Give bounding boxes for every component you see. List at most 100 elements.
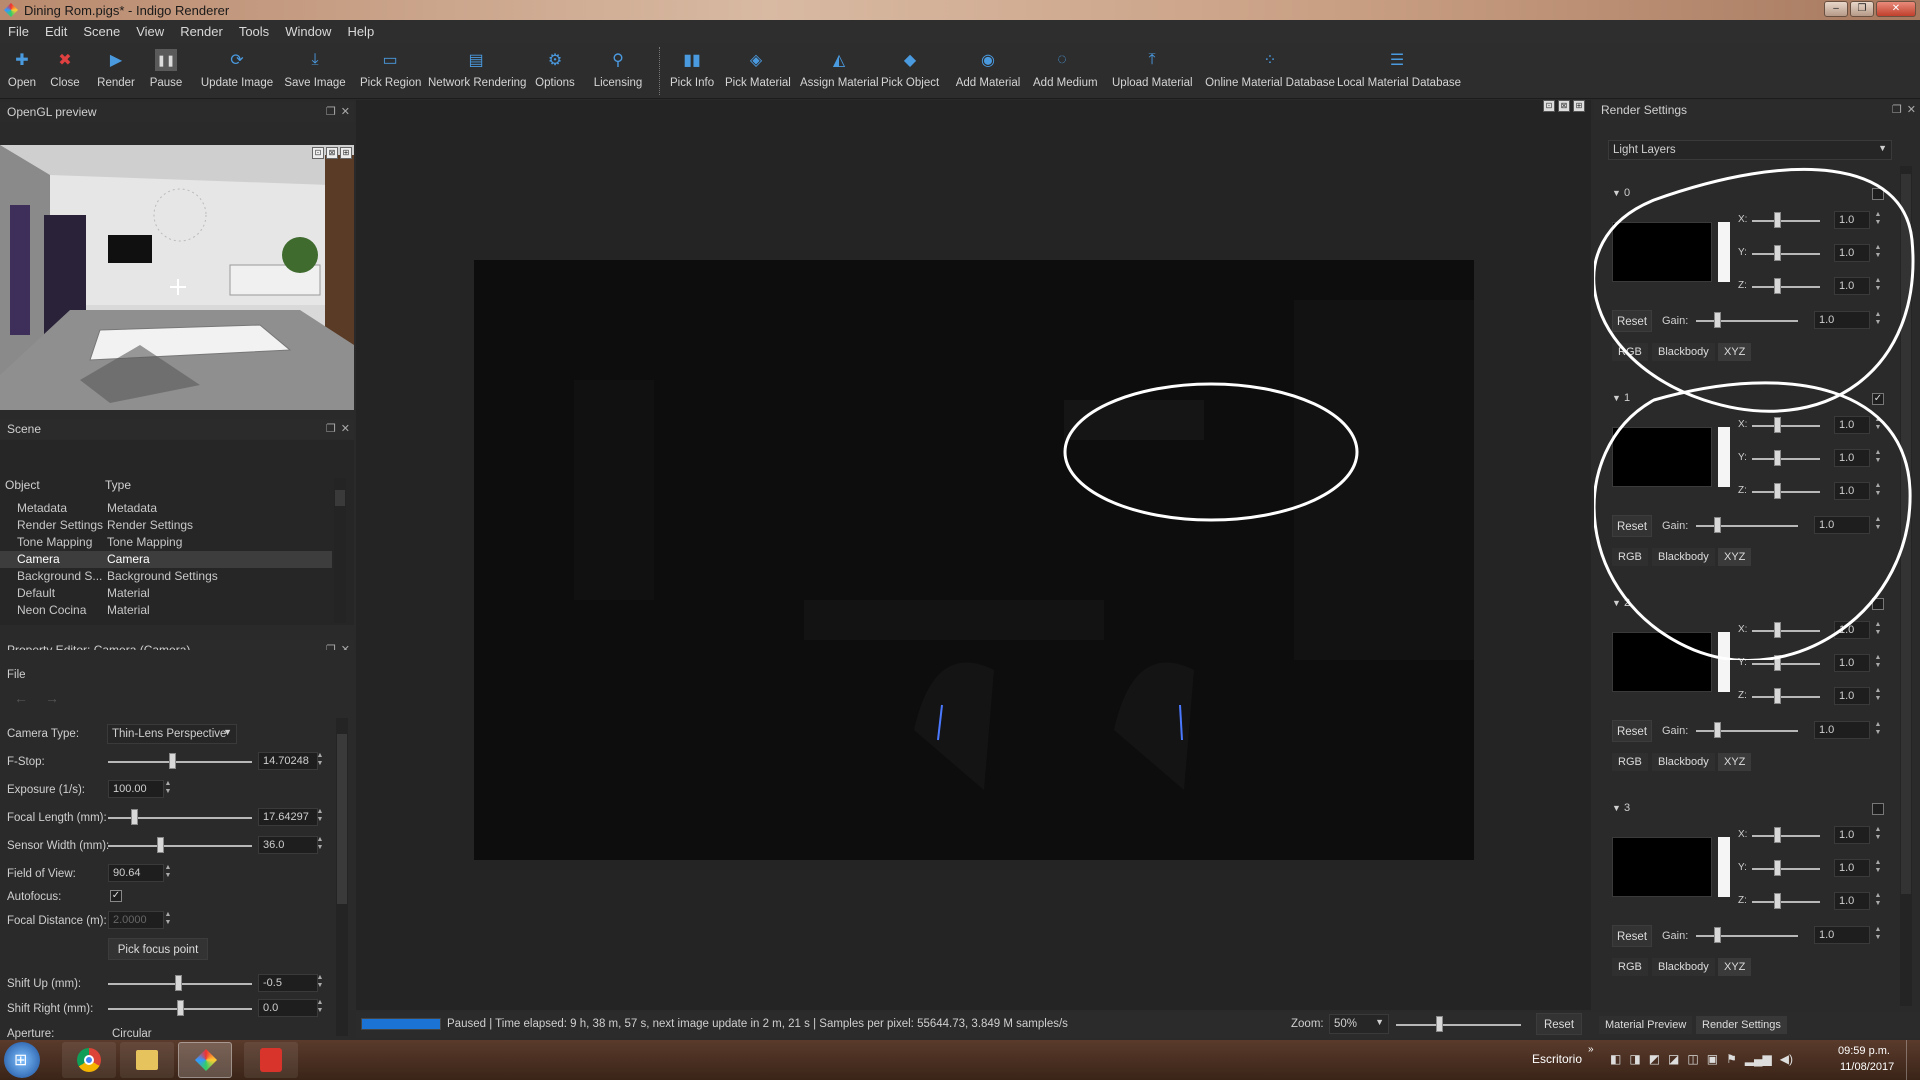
- mode-tab-xyz[interactable]: XYZ: [1718, 548, 1752, 566]
- minimize-button[interactable]: –: [1824, 1, 1848, 17]
- menu-view[interactable]: View: [128, 24, 172, 39]
- mode-tab-xyz[interactable]: XYZ: [1718, 753, 1752, 771]
- mode-tab-blackbody[interactable]: Blackbody: [1652, 753, 1715, 771]
- focal-length-slider[interactable]: [108, 817, 252, 819]
- property-scrollbar[interactable]: [336, 718, 348, 1036]
- explorer-taskbar-icon[interactable]: [120, 1042, 174, 1078]
- shift-right-slider-thumb[interactable]: [177, 1000, 184, 1016]
- zoom-slider-thumb[interactable]: [1436, 1016, 1443, 1032]
- y-slider-thumb[interactable]: [1774, 245, 1781, 261]
- fit-view-icon[interactable]: ⊠: [326, 147, 338, 159]
- y-spinner[interactable]: ▲ ▼: [1872, 449, 1884, 467]
- chevron-icon[interactable]: »: [1588, 1044, 1594, 1055]
- x-value-input[interactable]: 1.0: [1834, 621, 1870, 639]
- fstop-slider-thumb[interactable]: [169, 753, 176, 769]
- layer-color-swatch[interactable]: [1612, 427, 1712, 487]
- collapse-arrow-icon[interactable]: ▼: [1612, 393, 1621, 403]
- y-slider[interactable]: [1752, 458, 1820, 460]
- toolbar-add-medium-button[interactable]: ◌ Add Medium: [1033, 43, 1098, 99]
- mode-tab-xyz[interactable]: XYZ: [1718, 958, 1752, 976]
- focal-length-spinner[interactable]: ▲ ▼: [314, 808, 326, 826]
- toolbar-pick-region-button[interactable]: ▭ Pick Region: [360, 43, 421, 99]
- desktop-toolbar-label[interactable]: Escritorio: [1532, 1052, 1582, 1066]
- x-spinner[interactable]: ▲ ▼: [1872, 621, 1884, 639]
- z-slider[interactable]: [1752, 286, 1820, 288]
- z-value-input[interactable]: 1.0: [1834, 892, 1870, 910]
- layer-reset-button[interactable]: Reset: [1612, 925, 1652, 947]
- tray-app-icon[interactable]: ◨: [1629, 1052, 1640, 1066]
- camera-type-select[interactable]: Thin-Lens Perspective ▼: [107, 724, 237, 744]
- toolbar-pause-button[interactable]: ❚❚ Pause: [146, 43, 186, 99]
- focal-distance-spinner[interactable]: ▲ ▼: [162, 911, 174, 929]
- scene-row[interactable]: Render Settings Render Settings: [0, 517, 332, 534]
- scene-row[interactable]: Background S... Background Settings: [0, 568, 332, 585]
- collapse-arrow-icon[interactable]: ▼: [1612, 598, 1621, 608]
- gain-value-input[interactable]: 1.0: [1814, 721, 1870, 739]
- gain-value-input[interactable]: 1.0: [1814, 516, 1870, 534]
- fov-spinner[interactable]: ▲ ▼: [162, 864, 174, 882]
- focal-length-input[interactable]: 17.64297: [258, 808, 318, 826]
- expand-view-icon[interactable]: ⊞: [1573, 100, 1585, 112]
- scene-row[interactable]: Camera Camera: [0, 551, 332, 568]
- exposure-input[interactable]: 100.00: [108, 780, 164, 798]
- scene-scrollbar[interactable]: [334, 478, 346, 623]
- layer-enabled-checkbox[interactable]: [1872, 598, 1884, 610]
- z-slider-thumb[interactable]: [1774, 278, 1781, 294]
- gain-slider[interactable]: [1696, 525, 1798, 527]
- y-spinner[interactable]: ▲ ▼: [1872, 244, 1884, 262]
- focal-distance-input[interactable]: 2.0000: [108, 911, 164, 929]
- tab-material-preview[interactable]: Material Preview: [1599, 1016, 1693, 1034]
- sketchup-taskbar-icon[interactable]: [244, 1042, 298, 1078]
- close-icon[interactable]: ✕: [341, 105, 350, 118]
- x-spinner[interactable]: ▲ ▼: [1872, 211, 1884, 229]
- x-slider-thumb[interactable]: [1774, 212, 1781, 228]
- z-slider[interactable]: [1752, 901, 1820, 903]
- close-window-button[interactable]: ✕: [1876, 1, 1916, 17]
- gain-spinner[interactable]: ▲ ▼: [1872, 721, 1884, 739]
- x-spinner[interactable]: ▲ ▼: [1872, 416, 1884, 434]
- menu-tools[interactable]: Tools: [231, 24, 277, 39]
- y-spinner[interactable]: ▲ ▼: [1872, 654, 1884, 672]
- focal-length-slider-thumb[interactable]: [131, 809, 138, 825]
- gain-spinner[interactable]: ▲ ▼: [1872, 926, 1884, 944]
- tray-app-icon[interactable]: ◧: [1610, 1052, 1621, 1066]
- tray-app-icon[interactable]: ◩: [1649, 1052, 1660, 1066]
- sensor-width-slider-thumb[interactable]: [157, 837, 164, 853]
- shift-up-spinner[interactable]: ▲ ▼: [314, 974, 326, 992]
- show-desktop-button[interactable]: [1906, 1040, 1920, 1080]
- z-value-input[interactable]: 1.0: [1834, 277, 1870, 295]
- toolbar-online-material-database-button[interactable]: ⁘ Online Material Database: [1205, 43, 1335, 99]
- close-icon[interactable]: ✕: [1907, 103, 1916, 116]
- layer-color-swatch[interactable]: [1612, 222, 1712, 282]
- maximize-button[interactable]: ❐: [1850, 1, 1874, 17]
- expand-view-icon[interactable]: ⊞: [340, 147, 352, 159]
- gain-spinner[interactable]: ▲ ▼: [1872, 516, 1884, 534]
- menu-window[interactable]: Window: [277, 24, 339, 39]
- camera-view-icon[interactable]: ⊡: [312, 147, 324, 159]
- gain-slider-thumb[interactable]: [1714, 312, 1721, 328]
- tray-app-icon[interactable]: ◫: [1687, 1052, 1698, 1066]
- toolbar-update-image-button[interactable]: ⟳ Update Image: [199, 43, 275, 99]
- mode-tab-rgb[interactable]: RGB: [1612, 548, 1648, 566]
- collapse-arrow-icon[interactable]: ▼: [1612, 188, 1621, 198]
- toolbar-open-button[interactable]: ✚ Open: [4, 43, 40, 99]
- float-icon[interactable]: ❐: [326, 422, 336, 435]
- toolbar-save-image-button[interactable]: ⤓ Save Image: [283, 43, 347, 99]
- toolbar-close-button[interactable]: ✖ Close: [47, 43, 83, 99]
- chrome-taskbar-icon[interactable]: [62, 1042, 116, 1078]
- x-slider[interactable]: [1752, 835, 1820, 837]
- collapse-arrow-icon[interactable]: ▼: [1612, 803, 1621, 813]
- render-image[interactable]: [474, 260, 1474, 860]
- shift-up-input[interactable]: -0.5: [258, 974, 318, 992]
- y-slider-thumb[interactable]: [1774, 860, 1781, 876]
- tray-app-icon[interactable]: ◪: [1668, 1052, 1679, 1066]
- y-spinner[interactable]: ▲ ▼: [1872, 859, 1884, 877]
- light-layers-select[interactable]: Light Layers ▼: [1608, 140, 1892, 160]
- x-value-input[interactable]: 1.0: [1834, 211, 1870, 229]
- y-value-input[interactable]: 1.0: [1834, 449, 1870, 467]
- mode-tab-rgb[interactable]: RGB: [1612, 753, 1648, 771]
- z-value-input[interactable]: 1.0: [1834, 687, 1870, 705]
- fov-input[interactable]: 90.64: [108, 864, 164, 882]
- start-button[interactable]: ⊞: [4, 1042, 40, 1078]
- z-slider-thumb[interactable]: [1774, 893, 1781, 909]
